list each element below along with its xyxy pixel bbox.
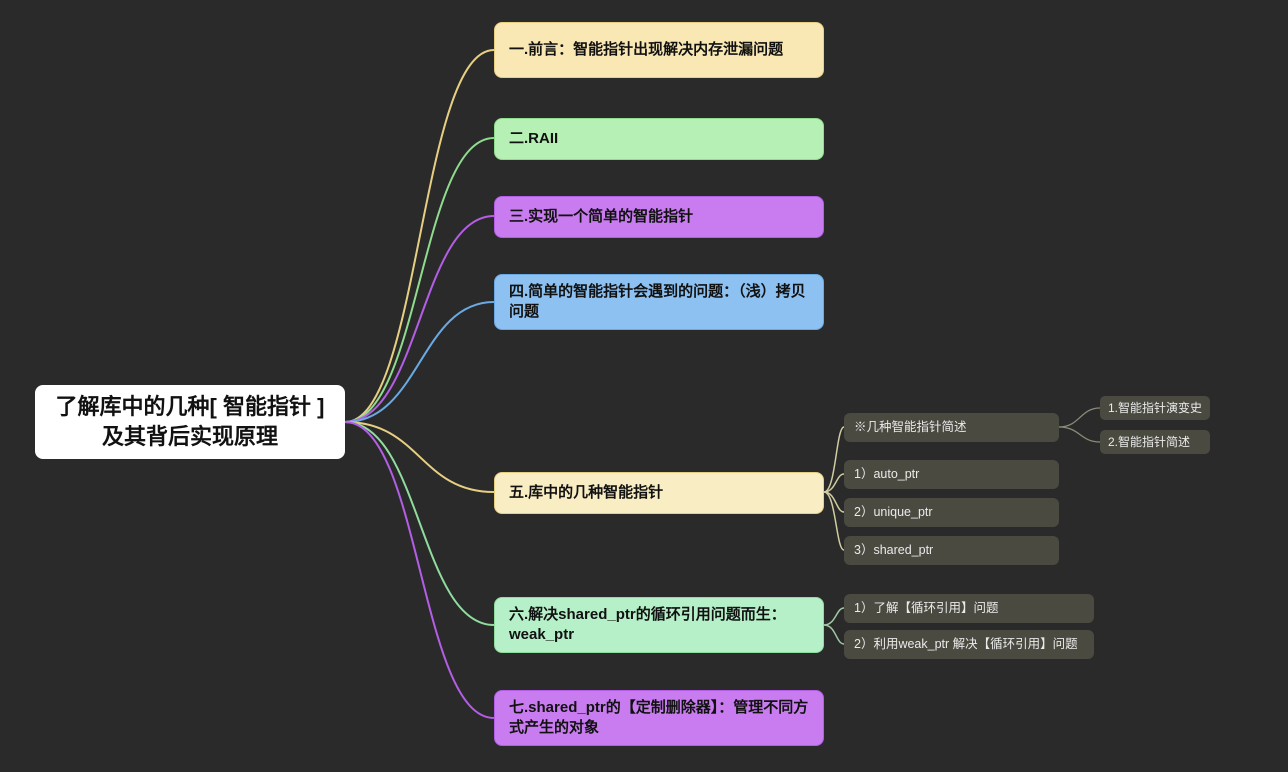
node-6-label: 六.解决shared_ptr的循环引用问题而生：weak_ptr (509, 605, 809, 646)
sub6-weak-ptr-solve-label: 2）利用weak_ptr 解决【循环引用】问题 (854, 636, 1078, 653)
node-3-label: 三.实现一个简单的智能指针 (509, 207, 693, 227)
node-5-label: 五.库中的几种智能指针 (509, 483, 663, 503)
sub5-auto-ptr-label: 1）auto_ptr (854, 466, 919, 483)
root-node[interactable]: 了解库中的几种[ 智能指针 ]及其背后实现原理 (35, 385, 345, 459)
sub6-cycle-problem[interactable]: 1）了解【循环引用】问题 (844, 594, 1094, 623)
sub5-1-brief[interactable]: 2.智能指针简述 (1100, 430, 1210, 454)
sub5-1-history-label: 1.智能指针演变史 (1108, 400, 1202, 416)
node-1-foreword[interactable]: 一.前言：智能指针出现解决内存泄漏问题 (494, 22, 824, 78)
node-3-simple-ptr[interactable]: 三.实现一个简单的智能指针 (494, 196, 824, 238)
node-1-label: 一.前言：智能指针出现解决内存泄漏问题 (509, 40, 783, 60)
sub5-1-history[interactable]: 1.智能指针演变史 (1100, 396, 1210, 420)
root-title: 了解库中的几种[ 智能指针 ]及其背后实现原理 (49, 392, 331, 451)
node-2-raii[interactable]: 二.RAII (494, 118, 824, 160)
node-7-deleter[interactable]: 七.shared_ptr的【定制删除器】：管理不同方式产生的对象 (494, 690, 824, 746)
node-4-label: 四.简单的智能指针会遇到的问题：（浅）拷贝问题 (509, 282, 809, 323)
sub6-cycle-problem-label: 1）了解【循环引用】问题 (854, 600, 998, 617)
sub5-summary-label: ※几种智能指针简述 (854, 419, 967, 436)
sub5-shared-ptr[interactable]: 3）shared_ptr (844, 536, 1059, 565)
sub5-unique-ptr[interactable]: 2）unique_ptr (844, 498, 1059, 527)
sub5-auto-ptr[interactable]: 1）auto_ptr (844, 460, 1059, 489)
node-6-weak-ptr[interactable]: 六.解决shared_ptr的循环引用问题而生：weak_ptr (494, 597, 824, 653)
node-4-copy-problem[interactable]: 四.简单的智能指针会遇到的问题：（浅）拷贝问题 (494, 274, 824, 330)
sub5-unique-ptr-label: 2）unique_ptr (854, 504, 933, 521)
node-7-label: 七.shared_ptr的【定制删除器】：管理不同方式产生的对象 (509, 698, 809, 739)
sub5-summary[interactable]: ※几种智能指针简述 (844, 413, 1059, 442)
sub5-1-brief-label: 2.智能指针简述 (1108, 434, 1190, 450)
node-2-label: 二.RAII (509, 129, 558, 149)
mindmap-canvas: 了解库中的几种[ 智能指针 ]及其背后实现原理 一.前言：智能指针出现解决内存泄… (0, 0, 1288, 772)
sub6-weak-ptr-solve[interactable]: 2）利用weak_ptr 解决【循环引用】问题 (844, 630, 1094, 659)
node-5-library-ptrs[interactable]: 五.库中的几种智能指针 (494, 472, 824, 514)
sub5-shared-ptr-label: 3）shared_ptr (854, 542, 933, 559)
